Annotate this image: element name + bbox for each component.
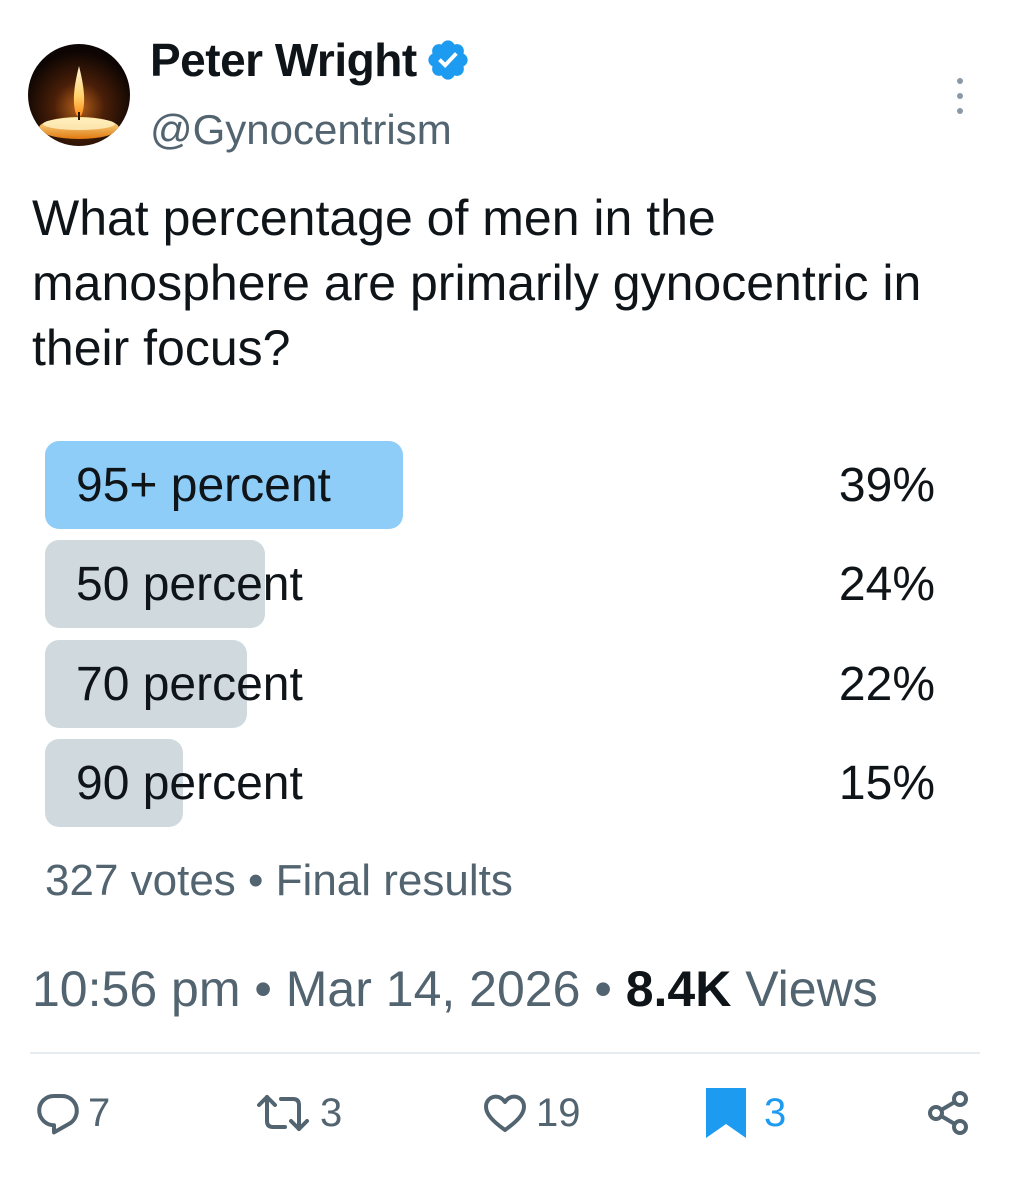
more-options-icon[interactable]: [948, 76, 972, 116]
separator: •: [240, 961, 286, 1017]
poll-option: 95+ percent 39%: [45, 441, 935, 529]
poll-option: 70 percent 22%: [45, 640, 935, 728]
tweet-text: What percentage of men in the manosphere…: [32, 190, 922, 376]
dot: [957, 93, 963, 99]
dot: [957, 78, 963, 84]
poll-option-percent: 22%: [838, 658, 935, 711]
poll-status: Final results: [275, 856, 513, 905]
tweet-time[interactable]: 10:56 pm: [32, 961, 240, 1017]
views-label: Views: [731, 961, 878, 1017]
poll-option-label: 70 percent: [76, 658, 303, 711]
bookmark-button[interactable]: 3: [704, 1086, 786, 1140]
bookmark-icon: [706, 1088, 746, 1138]
repost-count: 3: [320, 1090, 343, 1135]
verified-badge-icon[interactable]: [425, 37, 471, 83]
separator: •: [235, 856, 276, 905]
reply-button[interactable]: 7: [34, 1086, 110, 1140]
poll-option-percent: 24%: [838, 558, 935, 611]
divider: [30, 1052, 980, 1054]
reply-icon: [37, 1094, 79, 1135]
poll-option-label: 50 percent: [76, 558, 303, 611]
poll-option: 90 percent 15%: [45, 739, 935, 827]
views-count[interactable]: 8.4K: [626, 961, 732, 1017]
separator: •: [580, 961, 626, 1017]
heart-icon: [484, 1094, 526, 1132]
poll-option-percent: 15%: [838, 757, 935, 810]
author-name[interactable]: Peter Wright: [150, 33, 417, 87]
poll-votes: 327 votes: [45, 856, 236, 905]
candle-flame-avatar: [28, 44, 130, 146]
dot: [957, 108, 963, 114]
poll-option-percent: 39%: [838, 459, 935, 512]
poll-option-label: 90 percent: [76, 757, 303, 810]
poll-option-label: 95+ percent: [76, 459, 331, 512]
tweet-date[interactable]: Mar 14, 2026: [286, 961, 581, 1017]
bookmark-count: 3: [764, 1090, 787, 1135]
share-button[interactable]: [924, 1086, 972, 1140]
like-button[interactable]: 19: [480, 1086, 581, 1140]
like-count: 19: [536, 1090, 581, 1135]
author-name-row: Peter Wright: [150, 32, 471, 88]
poll-option: 50 percent 24%: [45, 540, 935, 628]
share-icon: [928, 1091, 968, 1135]
tweet-meta: 10:56 pm • Mar 14, 2026 • 8.4K Views: [32, 960, 878, 1018]
repost-icon: [257, 1095, 309, 1131]
avatar[interactable]: [28, 44, 130, 146]
poll-results: 327 votes • Final results: [45, 856, 513, 906]
author-handle[interactable]: @Gynocentrism: [150, 106, 452, 154]
reply-count: 7: [88, 1090, 111, 1135]
repost-button[interactable]: 3: [252, 1086, 342, 1140]
